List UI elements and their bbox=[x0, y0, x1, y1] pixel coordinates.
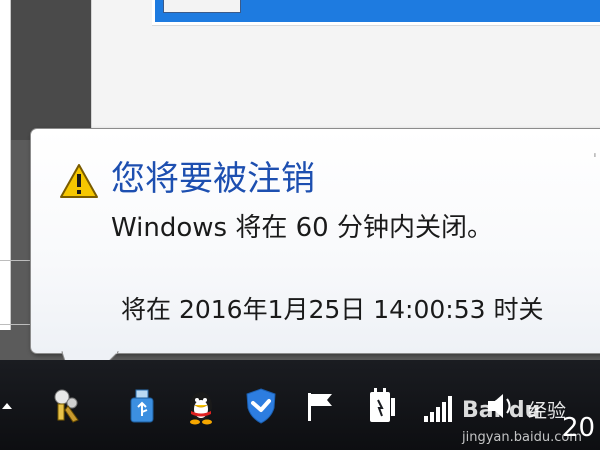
usb-drive-icon[interactable] bbox=[122, 386, 162, 426]
security-shield-icon[interactable] bbox=[241, 386, 281, 426]
clock-text[interactable]: 20 bbox=[562, 412, 595, 444]
logoff-notification-balloon[interactable]: 您将要被注销 ˈ Windows 将在 60 分钟内关闭。 将在 2016年1月… bbox=[30, 128, 600, 354]
power-plug-icon[interactable] bbox=[360, 386, 400, 426]
network-config-icon[interactable] bbox=[48, 386, 88, 426]
warning-icon bbox=[60, 164, 98, 198]
notification-detail: 将在 2016年1月25日 14:00:53 时关 bbox=[121, 295, 544, 324]
background-selected-item bbox=[163, 0, 241, 13]
notification-title: 您将要被注销 bbox=[111, 159, 315, 199]
notification-message: Windows 将在 60 分钟内关闭。 bbox=[111, 213, 493, 243]
action-center-flag-icon[interactable] bbox=[300, 386, 340, 426]
jingyan-label: 经验 bbox=[528, 400, 567, 422]
qq-penguin-icon[interactable] bbox=[181, 386, 221, 426]
close-icon[interactable]: ˈ bbox=[593, 153, 600, 167]
show-hidden-icons-arrow-icon[interactable] bbox=[0, 398, 14, 412]
background-dark-panel bbox=[11, 0, 91, 140]
taskbar: Bai du 经验 jingyan.baidu.com 20 bbox=[0, 360, 600, 450]
background-window-edge bbox=[0, 0, 11, 330]
signal-bars-icon[interactable] bbox=[420, 386, 460, 426]
